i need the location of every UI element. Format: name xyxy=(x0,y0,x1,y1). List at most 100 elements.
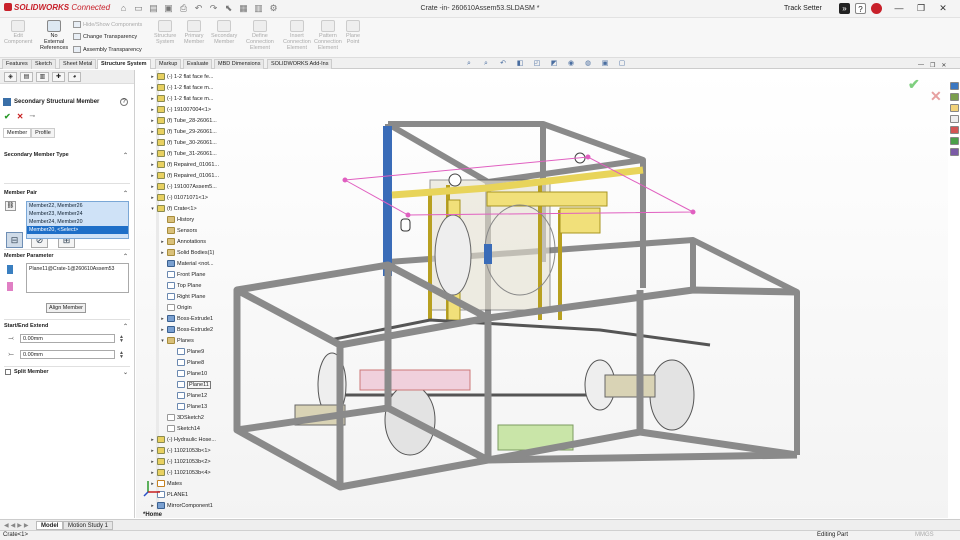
end-extend-input[interactable]: 0.00mm xyxy=(20,350,115,359)
type-between-members-button[interactable]: ⊟ xyxy=(6,232,23,248)
collapsed-arrow-icon[interactable]: ▸ xyxy=(150,470,155,476)
tree-item[interactable]: ▾ Planes xyxy=(160,336,194,345)
design-library-icon[interactable] xyxy=(949,93,959,101)
tab-member[interactable]: Member xyxy=(3,128,32,138)
collapsed-arrow-icon[interactable]: ▸ xyxy=(150,107,155,113)
confirm-corner-ok-icon[interactable]: ✔ xyxy=(908,76,920,93)
user-name[interactable]: Track Setter xyxy=(784,5,822,12)
zoom-area-icon[interactable]: ⌕ xyxy=(481,60,491,68)
tree-item[interactable]: 3DSketch2 xyxy=(160,413,204,422)
align-member-button[interactable]: Align Member xyxy=(46,303,86,313)
appearances-icon[interactable] xyxy=(949,126,959,134)
edit-component-button[interactable]: Edit Component xyxy=(4,20,32,45)
tab-sheet-metal[interactable]: Sheet Metal xyxy=(59,59,97,69)
collapsed-arrow-icon[interactable]: ▸ xyxy=(160,250,165,256)
configuration-manager-tab-icon[interactable]: ▥ xyxy=(36,72,49,82)
tab-solidworks-add-ins[interactable]: SOLIDWORKS Add-Ins xyxy=(267,59,333,69)
confirm-corner-cancel-icon[interactable]: ✕ xyxy=(930,88,942,105)
hide-show-components-button[interactable]: Hide/Show Components xyxy=(73,21,142,28)
tab-features[interactable]: Features xyxy=(2,59,32,69)
tree-item[interactable]: ▸ MirrorComponent1 xyxy=(150,501,213,510)
help-icon[interactable]: ? xyxy=(120,98,128,106)
primary-member-button[interactable]: Primary Member xyxy=(184,20,204,45)
section-secondary-member-type[interactable]: Secondary Member Type ⌃ xyxy=(4,152,130,159)
view-palette-icon[interactable] xyxy=(949,115,959,123)
tree-item[interactable]: ▸ (-) 11021053b<4> xyxy=(150,468,211,477)
tree-item[interactable]: ▸ (f) Tube_31-26061... xyxy=(150,149,217,158)
tree-item[interactable]: ▸ (-) 11021053b<2> xyxy=(150,457,211,466)
tree-item[interactable]: Plane11 xyxy=(170,380,211,389)
member-pair-item[interactable]: Member22, Member26 xyxy=(27,202,128,210)
insert-connection-element-button[interactable]: Insert Connection Element xyxy=(283,20,311,51)
expand-chevron-icon[interactable]: ⌄ xyxy=(123,369,128,376)
tree-item[interactable]: ▸ (-) Hydraulic Hose... xyxy=(150,435,216,444)
restore-icon[interactable]: ❐ xyxy=(915,3,927,14)
collapse-chevron-icon[interactable]: ⌃ xyxy=(123,152,128,159)
tree-item[interactable]: ▸ (f) Tube_30-26061... xyxy=(150,138,217,147)
collapse-chevron-icon[interactable]: ⌃ xyxy=(123,323,128,330)
tree-item[interactable]: Front Plane xyxy=(160,270,205,279)
tree-item[interactable]: ▸ (f) Tube_28-26061... xyxy=(150,116,217,125)
start-extend-input[interactable]: 0.00mm xyxy=(20,334,115,343)
section-member-pair[interactable]: Member Pair ⌃ xyxy=(4,190,130,197)
plane-point-button[interactable]: Plane Point xyxy=(346,20,360,45)
collapsed-arrow-icon[interactable]: ▸ xyxy=(160,239,165,245)
graphics-area[interactable] xyxy=(136,70,948,518)
display-manager-tab-icon[interactable]: ◕ xyxy=(68,72,81,82)
tree-item[interactable]: ▸ Boss-Extrude1 xyxy=(160,314,213,323)
help-icon[interactable]: ? xyxy=(855,3,866,14)
tree-item[interactable]: Plane12 xyxy=(170,391,207,400)
tree-item[interactable]: ▸ (f) Repaired_01061... xyxy=(150,171,219,180)
property-manager-tab-icon[interactable]: ▤ xyxy=(20,72,33,82)
collapsed-arrow-icon[interactable]: ▸ xyxy=(150,96,155,102)
collapsed-arrow-icon[interactable]: ▸ xyxy=(150,129,155,135)
structure-system-button[interactable]: Structure System xyxy=(154,20,176,45)
forum-icon[interactable] xyxy=(949,148,959,156)
tab-motion-study[interactable]: Motion Study 1 xyxy=(63,521,114,530)
viewport-restore-icon[interactable]: ❐ xyxy=(930,62,935,69)
split-member-checkbox[interactable] xyxy=(5,369,11,375)
define-connection-element-button[interactable]: Define Connection Element xyxy=(246,20,274,51)
hide-show-items-icon[interactable]: ◉ xyxy=(566,60,576,68)
collapsed-arrow-icon[interactable]: ▸ xyxy=(150,151,155,157)
no-external-references-button[interactable]: No External References xyxy=(40,20,68,51)
tree-item[interactable]: ▸ (f) Tube_29-26061... xyxy=(150,127,217,136)
expanded-arrow-icon[interactable]: ▾ xyxy=(160,338,165,344)
file-explorer-icon[interactable] xyxy=(949,104,959,112)
collapsed-arrow-icon[interactable]: ▸ xyxy=(150,74,155,80)
assembly-transparency-button[interactable]: Assembly Transparency xyxy=(73,46,142,53)
command-search-icon[interactable]: » xyxy=(839,3,850,14)
collapsed-arrow-icon[interactable]: ▸ xyxy=(150,437,155,443)
collapsed-arrow-icon[interactable]: ▸ xyxy=(160,327,165,333)
tree-item[interactable]: ▸ (-) 191007004<1> xyxy=(150,105,211,114)
collapsed-arrow-icon[interactable]: ▸ xyxy=(150,118,155,124)
model-3d-view[interactable] xyxy=(136,70,948,518)
tab-profile[interactable]: Profile xyxy=(31,128,55,138)
tree-item[interactable]: ▸ (-) 191007Assem5... xyxy=(150,182,217,191)
member-pair-list[interactable]: Member22, Member26 Member23, Member24 Memb… xyxy=(26,201,129,239)
pushpin-icon[interactable]: ⊸ xyxy=(29,112,35,121)
collapsed-arrow-icon[interactable]: ▸ xyxy=(150,195,155,201)
solidworks-resources-icon[interactable] xyxy=(949,82,959,90)
tree-item[interactable]: Right Plane xyxy=(160,292,205,301)
tree-item[interactable]: ▸ (-) 11021053b<1> xyxy=(150,446,211,455)
member-parameter-list[interactable]: Plane11@Crate-1@260610Assem53 xyxy=(26,263,129,293)
collapsed-arrow-icon[interactable]: ▸ xyxy=(150,173,155,179)
tree-item[interactable]: ▸ (-) 1-2 flat face m... xyxy=(150,94,213,103)
secondary-member-button[interactable]: Secondary Member xyxy=(211,20,237,45)
collapsed-arrow-icon[interactable]: ▸ xyxy=(150,448,155,454)
tree-item[interactable]: ▾ (f) Crate<1> xyxy=(150,204,197,213)
collapsed-arrow-icon[interactable]: ▸ xyxy=(150,162,155,168)
display-style-icon[interactable]: ◩ xyxy=(549,60,559,68)
member-pair-item[interactable]: Member23, Member24 xyxy=(27,210,128,218)
tree-scroll-track[interactable] xyxy=(156,70,159,510)
tab-markup[interactable]: Markup xyxy=(155,59,182,69)
previous-view-icon[interactable]: ↶ xyxy=(498,60,508,68)
tree-item[interactable]: ▸ Annotations xyxy=(160,237,206,246)
view-orientation-icon[interactable]: ◰ xyxy=(532,60,542,68)
dimxpert-tab-icon[interactable]: ✚ xyxy=(52,72,65,82)
collapse-chevron-icon[interactable]: ⌃ xyxy=(123,253,128,260)
tree-item[interactable]: ▸ (-) 1-2 flat face fe... xyxy=(150,72,213,81)
tree-item[interactable]: ▸ (f) Repaired_01061... xyxy=(150,160,219,169)
tab-mbd-dimensions[interactable]: MBD Dimensions xyxy=(214,59,265,69)
